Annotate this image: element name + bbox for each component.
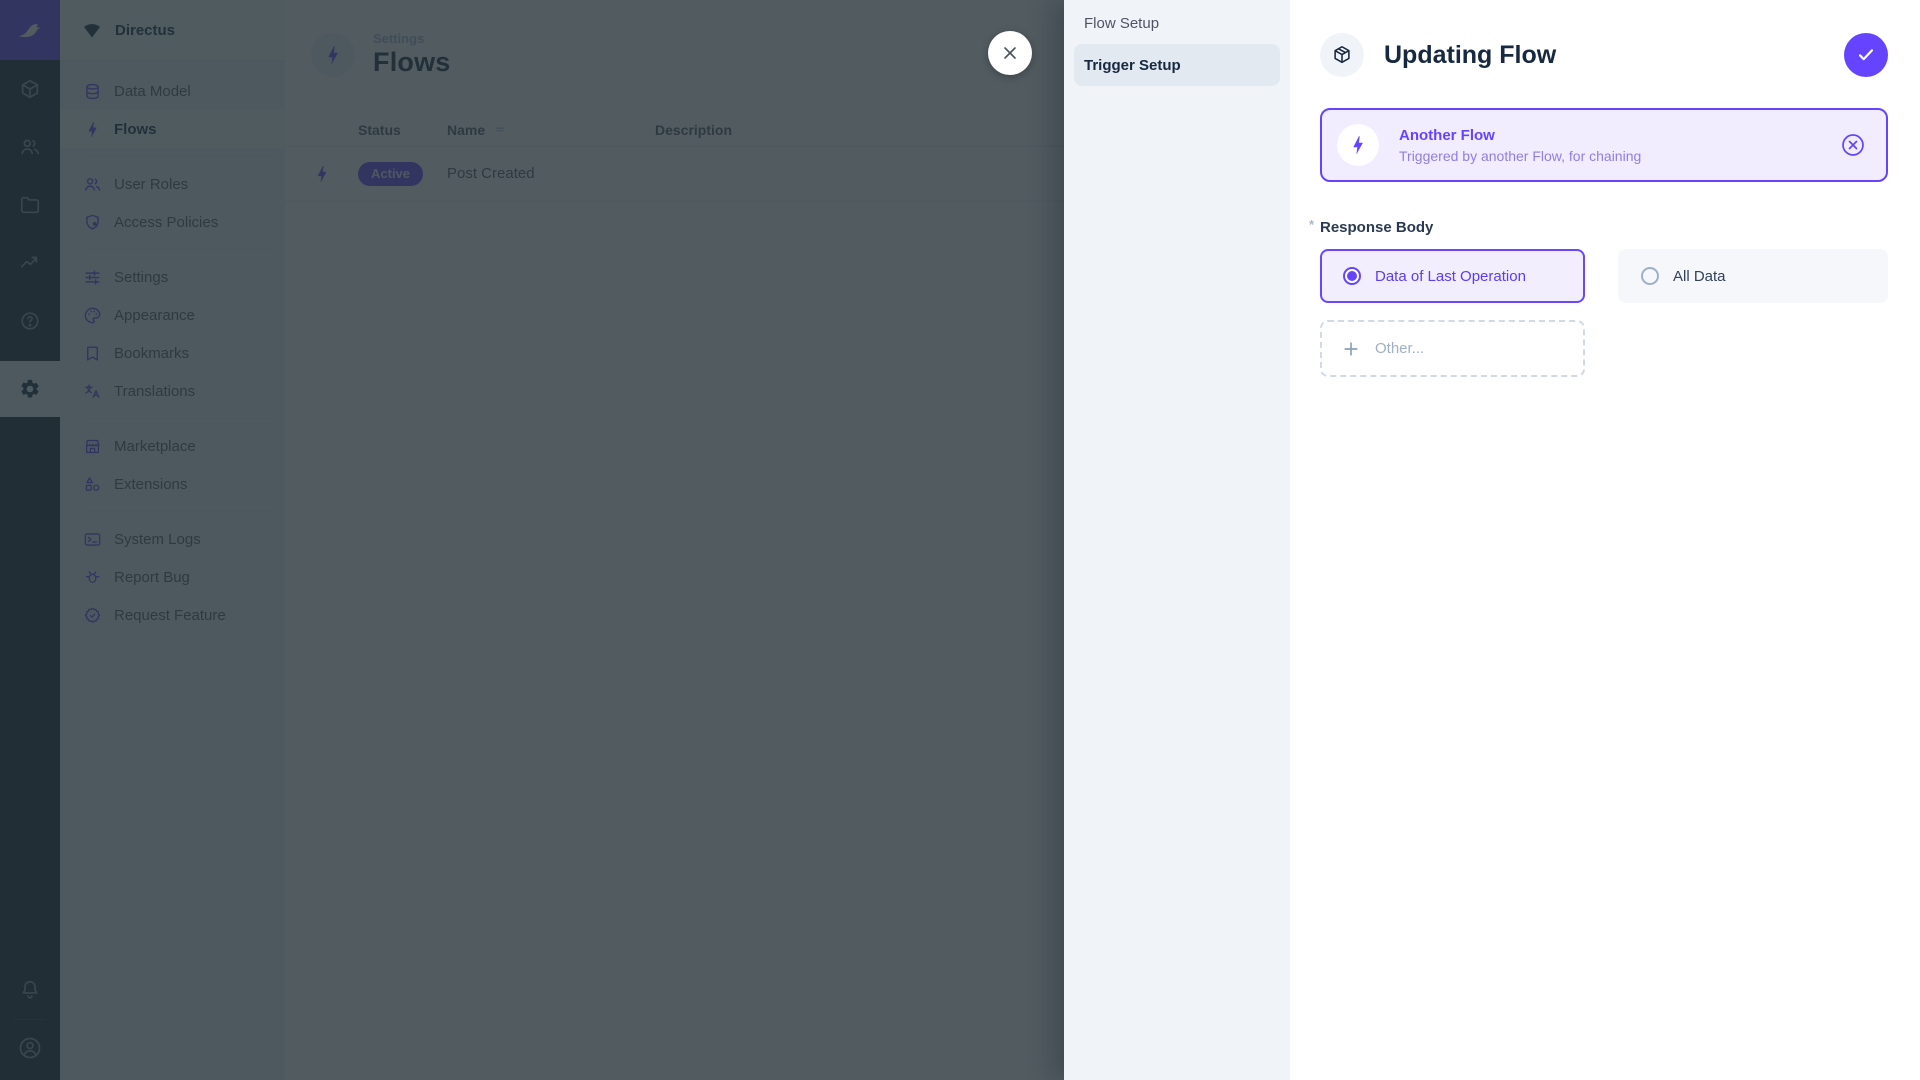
required-indicator: * (1309, 217, 1315, 232)
trigger-setup-drawer: Flow Setup Trigger Setup Updating Flow A… (1064, 0, 1920, 1080)
drawer-header: Updating Flow (1320, 33, 1888, 77)
drawer-nav: Flow Setup Trigger Setup (1064, 0, 1290, 1080)
selected-trigger-card[interactable]: Another Flow Triggered by another Flow, … (1320, 108, 1888, 182)
field-label: * Response Body (1309, 217, 1434, 236)
trigger-deselect-button[interactable] (1840, 132, 1866, 158)
box-icon (1334, 45, 1350, 64)
cancel-circle-icon (1842, 134, 1864, 156)
trigger-title: Another Flow (1399, 126, 1495, 144)
plus-icon (1344, 341, 1358, 356)
trigger-subtitle: Triggered by another Flow, for chaining (1399, 147, 1642, 164)
option-data-of-last-operation[interactable]: Data of Last Operation (1320, 249, 1585, 303)
radio-unselected-icon (1641, 267, 1659, 285)
other-option-label: Other... (1375, 340, 1425, 357)
radio-selected-icon (1343, 267, 1361, 285)
drawer-nav-trigger-setup[interactable]: Trigger Setup (1074, 44, 1280, 86)
option-label: Data of Last Operation (1375, 267, 1526, 285)
response-body-options: Data of Last Operation All Data (1320, 249, 1888, 303)
modal-overlay[interactable] (0, 0, 1064, 1080)
option-all-data[interactable]: All Data (1618, 249, 1888, 303)
save-button[interactable] (1844, 33, 1888, 77)
option-label: All Data (1673, 267, 1726, 285)
drawer-close-button[interactable] (988, 31, 1032, 75)
screen: Directus Data Model Flows User Roles Acc… (0, 0, 1920, 1080)
close-icon (1004, 47, 1016, 59)
drawer-content: Updating Flow Another Flow Triggered by … (1290, 0, 1920, 1080)
drawer-icon-circle (1320, 33, 1364, 77)
bolt-icon (1353, 136, 1363, 154)
drawer-nav-flow-setup[interactable]: Flow Setup (1064, 6, 1290, 41)
drawer-title: Updating Flow (1384, 40, 1557, 69)
other-option-button[interactable]: Other... (1320, 320, 1585, 377)
trigger-texts: Another Flow Triggered by another Flow, … (1399, 127, 1641, 164)
response-body-field: * Response Body Data of Last Operation A… (1309, 217, 1888, 377)
check-icon (1858, 49, 1874, 61)
field-label-text: Response Body (1320, 219, 1434, 236)
trigger-icon-circle (1337, 124, 1379, 166)
